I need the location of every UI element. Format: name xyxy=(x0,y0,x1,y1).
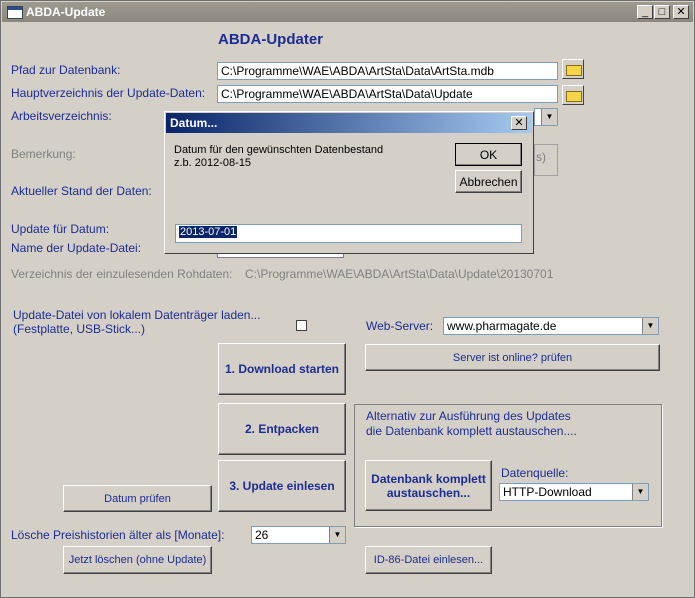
chevron-down-icon[interactable]: ▼ xyxy=(632,484,648,500)
work-dir-dropdown[interactable]: ▼ xyxy=(534,108,558,126)
import-button[interactable]: 3. Update einlesen xyxy=(218,460,346,512)
db-path-label: Pfad zur Datenbank: xyxy=(11,63,121,77)
app-icon xyxy=(7,6,23,19)
data-source-label: Datenquelle: xyxy=(501,466,569,480)
delete-history-label: Lösche Preishistorien älter als [Monate]… xyxy=(11,528,225,542)
local-load-label: Update-Datei von lokalem Datenträger lad… xyxy=(13,308,261,322)
remark-box: s) xyxy=(534,144,558,176)
folder-icon[interactable] xyxy=(562,85,584,105)
dialog-title-bar: Datum... ✕ xyxy=(166,113,532,133)
form-client: ABDA-Updater Pfad zur Datenbank: C:\Prog… xyxy=(4,24,691,594)
web-server-dropdown[interactable]: www.pharmagate.de ▼ xyxy=(443,317,659,335)
months-value: 26 xyxy=(255,528,269,542)
minimize-icon[interactable]: _ xyxy=(637,5,653,19)
form-header: ABDA-Updater xyxy=(218,31,323,48)
web-server-label: Web-Server: xyxy=(366,319,434,333)
web-server-value: www.pharmagate.de xyxy=(447,319,557,333)
chevron-down-icon[interactable]: ▼ xyxy=(329,527,345,543)
download-button[interactable]: 1. Download starten xyxy=(218,343,346,395)
date-input[interactable]: 2013-07-01 xyxy=(175,224,522,243)
dialog-prompt-2: z.b. 2012-08-15 xyxy=(174,157,252,169)
local-load-label-2: (Festplatte, USB-Stick...) xyxy=(13,322,146,336)
close-icon[interactable]: ✕ xyxy=(511,116,527,130)
local-load-checkbox[interactable] xyxy=(296,320,307,331)
check-date-button[interactable]: Datum prüfen xyxy=(63,485,212,512)
update-root-field[interactable]: C:\Programme\WAE\ABDA\ArtSta\Data\Update xyxy=(217,85,558,103)
close-icon[interactable]: ✕ xyxy=(673,5,689,19)
raw-dir-value: C:\Programme\WAE\ABDA\ArtSta\Data\Update… xyxy=(245,267,554,281)
update-date-label: Update für Datum: xyxy=(11,222,110,236)
months-dropdown[interactable]: 26 ▼ xyxy=(251,526,346,544)
remark-partial: s) xyxy=(536,150,546,164)
alt-line-1: Alternativ zur Ausführung des Updates xyxy=(366,409,571,423)
id86-button[interactable]: ID-86-Datei einlesen... xyxy=(365,546,492,574)
db-path-field[interactable]: C:\Programme\WAE\ABDA\ArtSta\Data\ArtSta… xyxy=(217,62,558,80)
folder-icon[interactable] xyxy=(562,59,584,79)
data-source-dropdown[interactable]: HTTP-Download ▼ xyxy=(499,483,649,501)
server-online-button[interactable]: Server ist online? prüfen xyxy=(365,344,660,371)
remark-label: Bemerkung: xyxy=(11,147,76,161)
raw-dir-label: Verzeichnis der einzulesenden Rohdaten: xyxy=(11,267,233,281)
dialog-title: Datum... xyxy=(170,116,218,130)
alt-line-2: die Datenbank komplett austauschen.... xyxy=(366,424,577,438)
dialog-prompt-1: Datum für den gewünschten Datenbestand xyxy=(174,144,384,156)
main-window: ABDA-Update _ □ ✕ ABDA-Updater Pfad zur … xyxy=(0,0,695,598)
replace-db-button[interactable]: Datenbank komplett austauschen... xyxy=(365,460,492,511)
cancel-button[interactable]: Abbrechen xyxy=(455,170,522,193)
chevron-down-icon[interactable]: ▼ xyxy=(642,318,658,334)
update-root-label: Hauptverzeichnis der Update-Daten: xyxy=(11,86,206,100)
ok-button[interactable]: OK xyxy=(455,143,522,166)
work-dir-label: Arbeitsverzeichnis: xyxy=(11,109,112,123)
data-source-value: HTTP-Download xyxy=(503,485,592,499)
date-dialog: Datum... ✕ Datum für den gewünschten Dat… xyxy=(164,111,534,254)
update-file-label: Name der Update-Datei: xyxy=(11,241,142,255)
maximize-icon[interactable]: □ xyxy=(654,5,670,19)
date-input-value: 2013-07-01 xyxy=(179,226,238,238)
window-title: ABDA-Update xyxy=(26,5,106,19)
current-state-label: Aktueller Stand der Daten: xyxy=(11,184,152,198)
chevron-down-icon[interactable]: ▼ xyxy=(541,109,557,125)
unpack-button[interactable]: 2. Entpacken xyxy=(218,403,346,455)
title-bar: ABDA-Update _ □ ✕ xyxy=(2,2,693,22)
delete-now-button[interactable]: Jetzt löschen (ohne Update) xyxy=(63,546,212,574)
